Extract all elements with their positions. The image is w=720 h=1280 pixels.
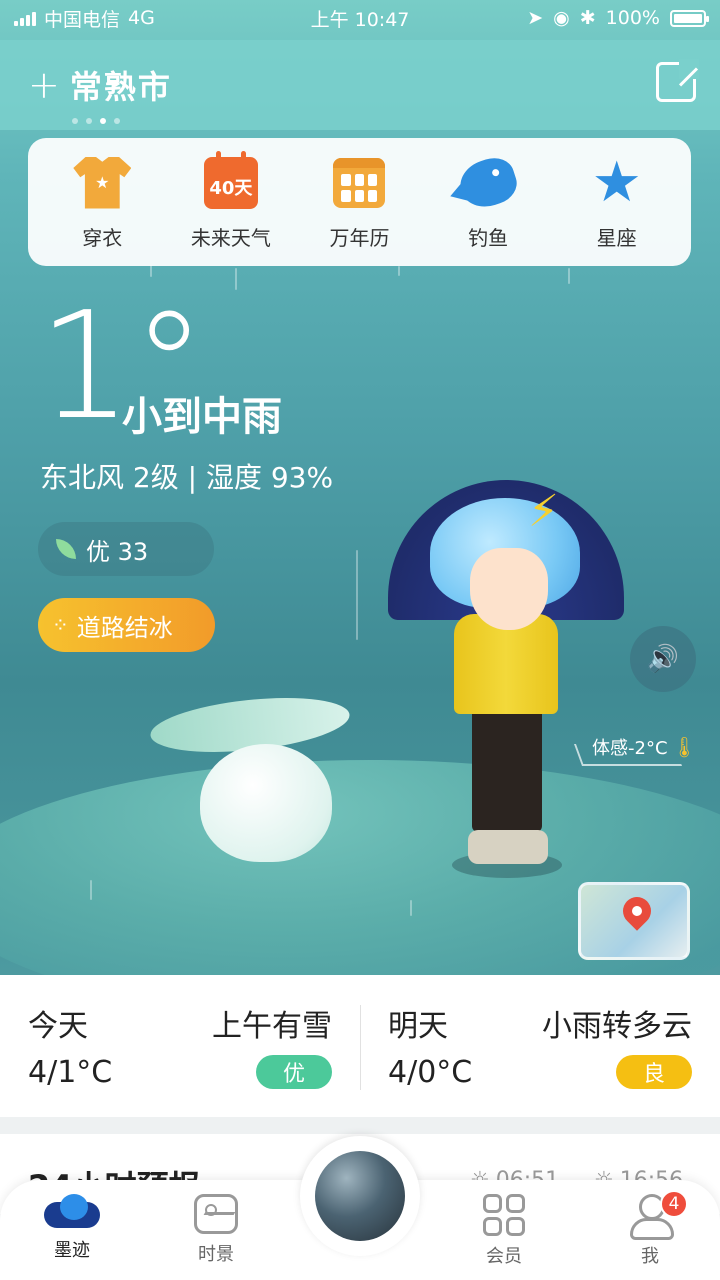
day-condition: 小雨转多云 (542, 1009, 692, 1044)
city-name[interactable]: 常熟市 (70, 62, 172, 108)
tab-me[interactable]: 4 我 (600, 1190, 700, 1268)
status-bar: 中国电信 4G 上午 10:47 ➤ ◉ ✱ 100% (0, 0, 720, 36)
battery-percent: 100% (605, 7, 660, 29)
character-face (470, 548, 548, 630)
ice-warning-icon: ⁘ (52, 613, 69, 637)
character-shoes (468, 830, 548, 864)
quick-tools: ★ 穿衣 40天 未来天气 万年历 钓鱼 ★ 星座 (28, 138, 691, 266)
tab-moji[interactable]: 墨迹 (22, 1194, 122, 1262)
voice-broadcast-button[interactable]: 🔊 (630, 626, 696, 692)
rain-streak (235, 268, 237, 290)
tool-horoscope[interactable]: ★ 星座 (557, 154, 677, 251)
tab-label: 时景 (198, 1244, 234, 1265)
tool-fishing[interactable]: 钓鱼 (428, 151, 548, 251)
clock: 上午 10:47 (310, 8, 410, 31)
tool-clothing[interactable]: ★ 穿衣 (42, 154, 162, 251)
grid-icon (483, 1194, 525, 1236)
character-pants (472, 706, 542, 832)
current-condition: 小到中雨 (122, 394, 282, 440)
center-feature-image (315, 1151, 405, 1241)
feels-like: 体感-2°C 🌡 (592, 734, 697, 760)
network-type: 4G (128, 7, 155, 29)
daily-forecast: 今天 上午有雪 4/1°C 优 明天 小雨转多云 4/0°C 良 (0, 975, 720, 1117)
rain-streak (568, 268, 570, 284)
tab-label: 会员 (486, 1246, 522, 1267)
tool-label: 钓鱼 (468, 225, 509, 250)
forecast-today[interactable]: 今天 上午有雪 4/1°C 优 (0, 975, 360, 1117)
speaker-icon: 🔊 (646, 644, 680, 674)
center-feature-button[interactable] (300, 1136, 420, 1256)
rotation-lock-icon: ◉ (553, 7, 570, 29)
radar-map-button[interactable] (578, 882, 690, 960)
page-indicator (72, 118, 120, 124)
rain-streak (410, 900, 412, 916)
carrier: 中国电信 (44, 8, 121, 31)
share-icon[interactable] (656, 59, 699, 102)
fish-icon (454, 151, 522, 214)
rain-streak (150, 265, 152, 277)
day-temperature: 4/1°C (28, 1055, 113, 1090)
day-name: 明天 (388, 1009, 448, 1044)
mascot-creature (200, 744, 332, 862)
day-condition: 上午有雪 (212, 1009, 332, 1044)
notification-badge: 4 (660, 1190, 688, 1218)
lightning-icon: ⚡ (528, 486, 559, 537)
bluetooth-icon: ✱ (579, 7, 596, 29)
map-pin-icon (617, 891, 657, 931)
aqi-button[interactable]: 优 33 (38, 522, 214, 576)
leaf-icon (56, 539, 76, 559)
calendar-grid-icon (333, 157, 386, 208)
battery-icon (670, 9, 709, 27)
tool-future-weather[interactable]: 40天 未来天气 (171, 150, 291, 251)
day-aqi-badge: 优 (256, 1055, 332, 1089)
tab-membership[interactable]: 会员 (454, 1194, 554, 1268)
tool-label: 星座 (596, 225, 637, 250)
aqi-value: 优 33 (86, 537, 149, 566)
day-name: 今天 (28, 1009, 88, 1044)
tool-label: 穿衣 (82, 225, 123, 250)
header: + 常熟市 (0, 40, 720, 130)
rain-streak (398, 266, 400, 276)
day-aqi-badge: 良 (616, 1055, 692, 1089)
city-selector[interactable]: + 常熟市 (28, 62, 172, 108)
tool-label: 万年历 (329, 225, 390, 250)
location-arrow-icon: ➤ (527, 7, 544, 29)
signal-icon (14, 10, 36, 26)
thermometer-icon: 🌡 (671, 735, 697, 759)
shirt-icon: ★ (73, 156, 132, 209)
feels-like-text: 体感-2°C (592, 738, 668, 759)
wind-humidity: 东北风 2级 | 湿度 93% (40, 461, 334, 494)
tab-label: 我 (641, 1246, 659, 1267)
calendar-40-icon: 40天 (203, 150, 258, 209)
weather-warning-button[interactable]: ⁘ 道路结冰 (38, 598, 215, 652)
warning-text: 道路结冰 (76, 613, 173, 642)
tool-label: 未来天气 (190, 225, 271, 250)
day-temperature: 4/0°C (388, 1055, 473, 1090)
moji-cloud-icon (38, 1194, 106, 1230)
tab-label: 墨迹 (54, 1240, 90, 1261)
star-icon: ★ (591, 149, 642, 215)
rain-streak (90, 880, 92, 900)
photo-icon (194, 1194, 238, 1234)
rain-streak (356, 550, 358, 640)
tab-scenery[interactable]: 时景 (166, 1194, 266, 1266)
forecast-tomorrow[interactable]: 明天 小雨转多云 4/0°C 良 (360, 975, 720, 1117)
tool-calendar[interactable]: 万年历 (299, 154, 419, 251)
add-city-icon[interactable]: + (28, 66, 60, 104)
